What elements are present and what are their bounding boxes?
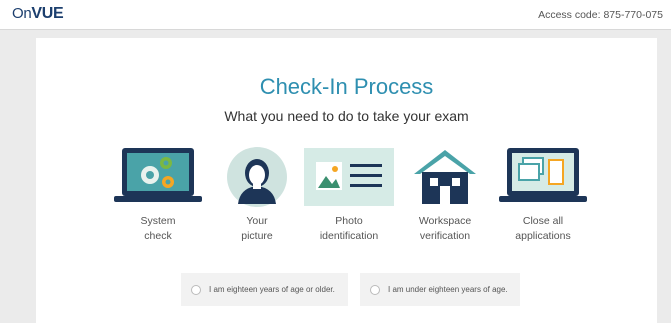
id-card-icon xyxy=(304,148,394,206)
laptop-windows-icon xyxy=(499,148,587,202)
page-subtitle: What you need to do to take your exam xyxy=(224,108,469,124)
onvue-logo: OnVUE xyxy=(12,5,64,22)
age-option-label: I am eighteen years of age or older. xyxy=(209,285,335,294)
person-portrait-icon xyxy=(227,147,287,207)
radio-button[interactable] xyxy=(191,284,201,295)
step-label: System check xyxy=(140,215,176,242)
step-label: Close all applications xyxy=(515,215,571,242)
radio-button[interactable] xyxy=(370,284,380,295)
age-option-under-eighteen[interactable]: I am under eighteen years of age. xyxy=(360,273,520,306)
age-option-eighteen-or-older[interactable]: I am eighteen years of age or older. xyxy=(181,273,348,306)
age-option-label: I am under eighteen years of age. xyxy=(388,285,508,294)
step-label: Workspace verification xyxy=(418,215,472,242)
access-code: Access code: 875-770-075 xyxy=(538,9,663,21)
page-title: Check-In Process xyxy=(259,74,434,99)
step-workspace-verification: Workspace verification xyxy=(390,146,500,244)
house-icon xyxy=(414,150,476,204)
step-photo-identification: Photo identification xyxy=(294,146,404,244)
check-in-panel: Check-In Process What you need to do to … xyxy=(36,38,657,323)
step-system-check: System check xyxy=(103,146,213,244)
step-label: Photo identification xyxy=(319,215,379,242)
top-bar: OnVUE Access code: 875-770-075 xyxy=(0,0,671,30)
laptop-gears-icon xyxy=(114,148,202,202)
step-close-applications: Close all applications xyxy=(488,146,598,244)
